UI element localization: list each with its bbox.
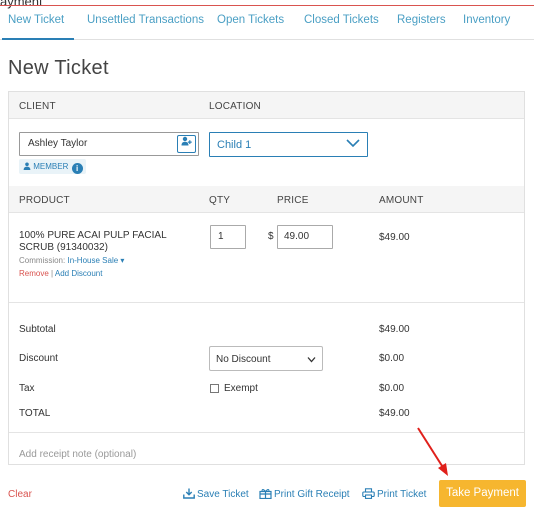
print-ticket-label: Print Ticket — [377, 489, 427, 500]
client-location-header: CLIENT LOCATION — [9, 92, 524, 119]
quantity-input[interactable]: 1 — [210, 225, 246, 249]
tab-open-tickets[interactable]: Open Tickets — [217, 14, 284, 26]
receipt-note-placeholder: Add receipt note (optional) — [19, 449, 137, 460]
gift-icon — [259, 488, 272, 500]
exempt-checkbox[interactable] — [210, 384, 219, 393]
product-header: PRODUCT — [19, 195, 70, 206]
print-gift-receipt-button[interactable]: Print Gift Receipt — [259, 488, 350, 500]
page-title: New Ticket — [8, 57, 109, 79]
member-badge: MEMBER i — [19, 159, 86, 174]
price-header: PRICE — [277, 195, 309, 206]
discount-value: $0.00 — [379, 353, 405, 364]
active-tab-indicator — [2, 38, 74, 40]
total-value: $49.00 — [379, 408, 410, 419]
tax-value: $0.00 — [379, 383, 405, 394]
tax-label: Tax — [19, 383, 35, 394]
print-ticket-button[interactable]: Print Ticket — [362, 488, 426, 500]
product-name: 100% PURE ACAI PULP FACIAL SCRUB (913400… — [19, 230, 167, 253]
location-value: Child 1 — [217, 139, 252, 151]
receipt-note-field[interactable]: Add receipt note (optional) — [9, 434, 524, 464]
client-header: CLIENT — [19, 101, 56, 112]
commission-label: Commission: — [19, 256, 66, 265]
add-discount-link[interactable]: Add Discount — [55, 269, 103, 278]
subtotal-value: $49.00 — [379, 324, 410, 335]
tab-inventory[interactable]: Inventory — [463, 14, 510, 26]
tab-unsettled-transactions[interactable]: Unsettled Transactions — [87, 14, 204, 26]
add-user-icon — [181, 136, 192, 146]
clear-link[interactable]: Clear — [8, 489, 32, 500]
ticket-tabs: New Ticket Unsettled Transactions Open T… — [0, 6, 534, 40]
member-badge-label: MEMBER — [33, 162, 69, 171]
commission-dropdown[interactable]: In-House Sale ▾ — [67, 256, 124, 265]
line-item-actions: Remove | Add Discount — [19, 269, 102, 278]
total-label: TOTAL — [19, 408, 51, 419]
save-ticket-label: Save Ticket — [197, 489, 249, 500]
download-icon — [183, 488, 195, 499]
save-ticket-button[interactable]: Save Ticket — [183, 488, 249, 500]
discount-label: Discount — [19, 353, 58, 364]
chevron-down-icon — [307, 357, 316, 363]
chevron-down-icon — [346, 139, 360, 148]
info-icon[interactable]: i — [71, 163, 83, 174]
tab-registers[interactable]: Registers — [397, 14, 446, 26]
qty-header: QTY — [209, 195, 231, 206]
total-divider — [9, 432, 524, 433]
ticket-panel: CLIENT LOCATION Ashley Taylor MEMBER i C… — [8, 91, 525, 465]
link-separator: | — [51, 269, 54, 278]
commission-value: In-House Sale — [67, 256, 119, 265]
line-items-header: PRODUCT QTY PRICE AMOUNT — [9, 186, 524, 213]
subtotal-label: Subtotal — [19, 324, 56, 335]
line-amount: $49.00 — [379, 232, 410, 243]
discount-select[interactable]: No Discount — [209, 346, 323, 371]
amount-header: AMOUNT — [379, 195, 424, 206]
print-gift-receipt-label: Print Gift Receipt — [274, 489, 350, 500]
client-name: Ashley Taylor — [28, 138, 88, 149]
remove-link[interactable]: Remove — [19, 269, 49, 278]
currency-symbol: $ — [268, 231, 274, 242]
location-header: LOCATION — [209, 101, 261, 112]
commission-row: Commission: In-House Sale ▾ — [19, 256, 124, 265]
printer-icon — [362, 488, 375, 499]
tab-closed-tickets[interactable]: Closed Tickets — [304, 14, 379, 26]
user-icon — [23, 162, 31, 170]
price-input[interactable]: 49.00 — [277, 225, 333, 249]
client-field[interactable]: Ashley Taylor — [19, 132, 199, 156]
take-payment-button[interactable]: Take Payment — [439, 480, 526, 507]
location-select[interactable]: Child 1 — [209, 132, 368, 157]
discount-selected: No Discount — [216, 354, 271, 365]
exempt-label: Exempt — [224, 383, 258, 394]
add-client-button[interactable] — [177, 135, 196, 153]
items-divider — [9, 302, 524, 303]
tab-new-ticket[interactable]: New Ticket — [8, 14, 64, 26]
